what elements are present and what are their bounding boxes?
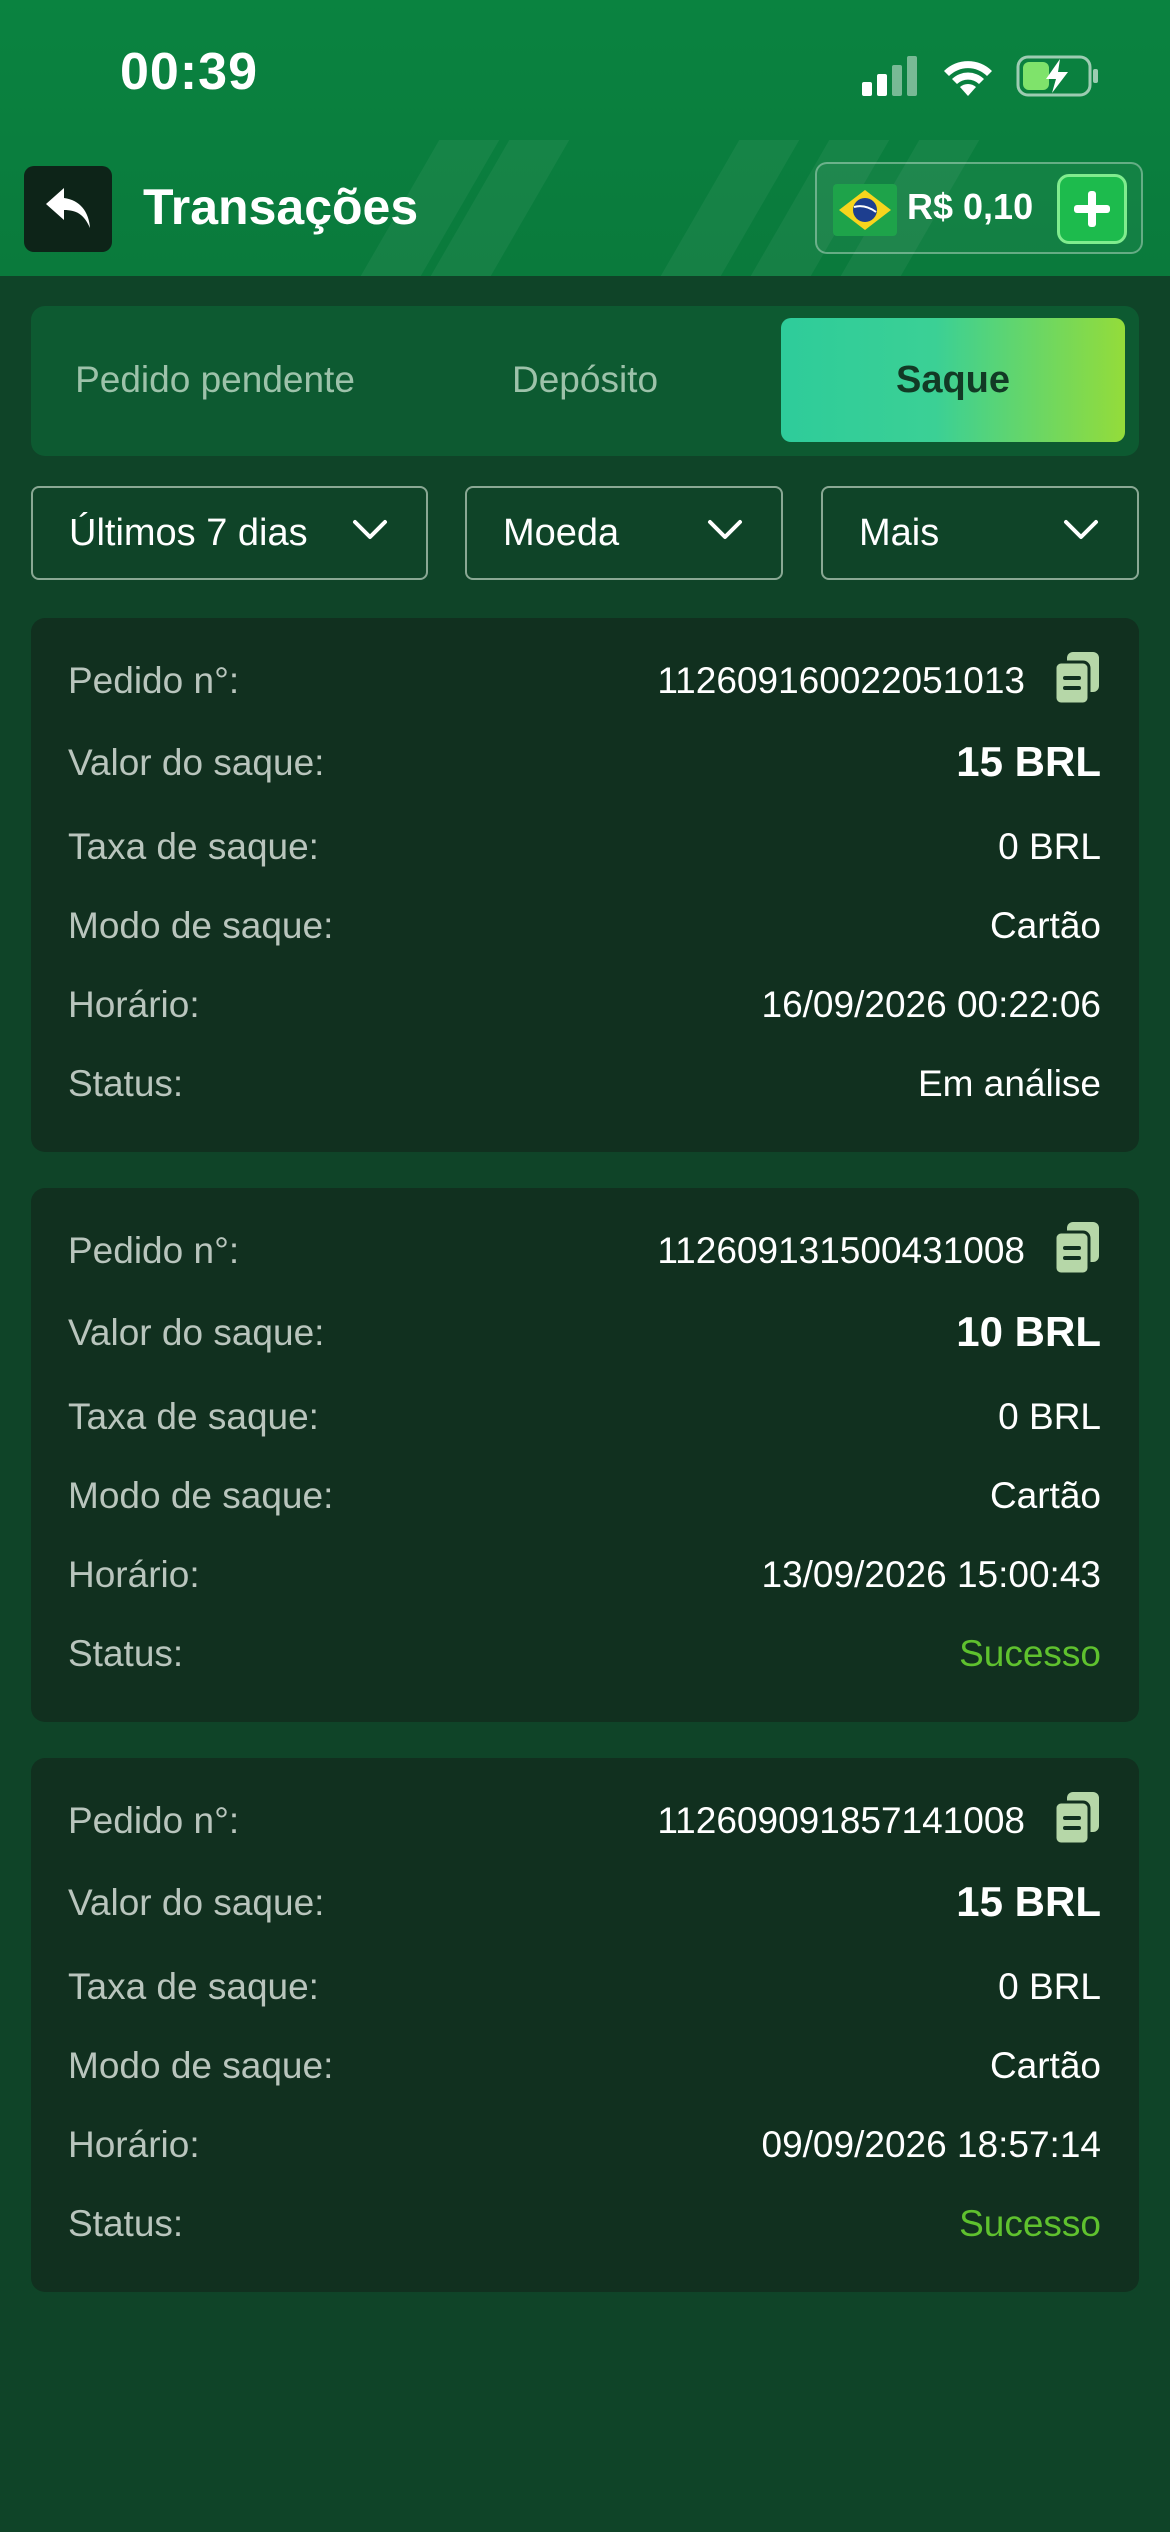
withdrawal-amount-value: 15 BRL — [956, 1878, 1101, 1925]
battery-charging-icon — [1016, 55, 1098, 97]
order-number-row: Pedido n°: 112609160022051013 — [68, 652, 1101, 712]
time-value: 13/09/2026 15:00:43 — [761, 1554, 1102, 1595]
time-label: Horário: — [68, 984, 200, 1025]
copy-icon[interactable] — [1053, 1222, 1101, 1274]
status-label: Status: — [68, 1063, 184, 1104]
withdrawal-fee-row: Taxa de saque: 0 BRL — [68, 1958, 1101, 2018]
withdrawal-fee-label: Taxa de saque: — [68, 1966, 319, 2007]
cellular-signal-icon — [862, 56, 917, 96]
withdrawal-mode-label: Modo de saque: — [68, 1475, 334, 1516]
transaction-card: Pedido n°: 112609091857141008 Valor do s… — [31, 1758, 1139, 2292]
withdrawal-amount-value: 10 BRL — [956, 1308, 1101, 1355]
time-value: 16/09/2026 00:22:06 — [761, 984, 1102, 1025]
date-range-filter-label: Últimos 7 dias — [69, 511, 308, 554]
tab-pending-orders[interactable]: Pedido pendente — [43, 318, 387, 442]
withdrawal-fee-row: Taxa de saque: 0 BRL — [68, 818, 1101, 878]
back-arrow-icon — [46, 188, 90, 228]
withdrawal-mode-label: Modo de saque: — [68, 2045, 334, 2086]
date-range-filter[interactable]: Últimos 7 dias — [31, 486, 428, 580]
withdrawal-mode-value: Cartão — [989, 2045, 1101, 2086]
page-title: Transações — [143, 179, 419, 235]
brazil-flag-icon — [833, 184, 897, 236]
withdrawal-fee-value: 0 BRL — [998, 1396, 1101, 1437]
withdrawal-mode-label: Modo de saque: — [68, 905, 334, 946]
status-label: Status: — [68, 2203, 184, 2244]
order-number-label: Pedido n°: — [68, 1800, 240, 1841]
currency-filter-label: Moeda — [503, 511, 620, 554]
withdrawal-mode-row: Modo de saque: Cartão — [68, 897, 1101, 957]
more-filter[interactable]: Mais — [821, 486, 1139, 580]
time-row: Horário: 13/09/2026 15:00:43 — [68, 1546, 1101, 1606]
app-header: 00:39 Transações R$ 0,10 — [0, 0, 1170, 276]
time-row: Horário: 09/09/2026 18:57:14 — [68, 2116, 1101, 2176]
chevron-down-icon — [353, 520, 387, 539]
withdrawal-amount-label: Valor do saque: — [68, 1882, 325, 1923]
withdrawal-amount-row: Valor do saque: 15 BRL — [68, 1874, 1101, 1934]
tab-deposit[interactable]: Depósito — [413, 318, 757, 442]
withdrawal-amount-row: Valor do saque: 15 BRL — [68, 734, 1101, 794]
status-row: Status: Em análise — [68, 1055, 1101, 1115]
balance-amount: R$ 0,10 — [907, 186, 1034, 227]
withdrawal-amount-label: Valor do saque: — [68, 1312, 325, 1353]
time-label: Horário: — [68, 1554, 200, 1595]
order-number-row: Pedido n°: 112609091857141008 — [68, 1792, 1101, 1852]
back-button[interactable] — [24, 166, 112, 252]
transaction-card: Pedido n°: 112609160022051013 Valor do s… — [31, 618, 1139, 1152]
more-filter-label: Mais — [859, 511, 940, 554]
currency-filter[interactable]: Moeda — [465, 486, 783, 580]
transaction-card: Pedido n°: 112609131500431008 Valor do s… — [31, 1188, 1139, 1722]
order-number-label: Pedido n°: — [68, 660, 240, 701]
order-number-label: Pedido n°: — [68, 1230, 240, 1271]
balance-widget[interactable]: R$ 0,10 — [815, 162, 1143, 254]
order-number-value: 112609131500431008 — [657, 1230, 1025, 1271]
order-number-value: 112609091857141008 — [657, 1800, 1025, 1841]
status-row: Status: Sucesso — [68, 1625, 1101, 1685]
status-label: Status: — [68, 1633, 184, 1674]
status-value: Sucesso — [959, 1633, 1101, 1674]
withdrawal-fee-row: Taxa de saque: 0 BRL — [68, 1388, 1101, 1448]
status-bar-time: 00:39 — [120, 43, 258, 101]
add-funds-button[interactable] — [1057, 174, 1127, 244]
status-value: Sucesso — [959, 2203, 1101, 2244]
time-label: Horário: — [68, 2124, 200, 2165]
withdrawal-mode-row: Modo de saque: Cartão — [68, 2037, 1101, 2097]
plus-icon — [1074, 191, 1110, 227]
time-row: Horário: 16/09/2026 00:22:06 — [68, 976, 1101, 1036]
time-value: 09/09/2026 18:57:14 — [761, 2124, 1102, 2165]
withdrawal-fee-label: Taxa de saque: — [68, 826, 319, 867]
withdrawal-fee-value: 0 BRL — [998, 1966, 1101, 2007]
wifi-icon — [944, 61, 992, 96]
copy-icon[interactable] — [1053, 652, 1101, 704]
withdrawal-fee-label: Taxa de saque: — [68, 1396, 319, 1437]
tab-withdrawal[interactable]: Saque — [781, 318, 1125, 442]
transaction-type-tabs: Pedido pendente Depósito Saque — [31, 306, 1139, 456]
withdrawal-amount-label: Valor do saque: — [68, 742, 325, 783]
withdrawal-amount-value: 15 BRL — [956, 738, 1101, 785]
copy-icon[interactable] — [1053, 1792, 1101, 1844]
withdrawal-fee-value: 0 BRL — [998, 826, 1101, 867]
withdrawal-mode-value: Cartão — [989, 1475, 1101, 1516]
status-bar-icons — [862, 52, 1100, 100]
order-number-value: 112609160022051013 — [657, 660, 1025, 701]
chevron-down-icon — [1064, 520, 1098, 539]
status-value: Em análise — [917, 1063, 1101, 1104]
withdrawal-mode-row: Modo de saque: Cartão — [68, 1467, 1101, 1527]
withdrawal-mode-value: Cartão — [989, 905, 1101, 946]
order-number-row: Pedido n°: 112609131500431008 — [68, 1222, 1101, 1282]
chevron-down-icon — [708, 520, 742, 539]
withdrawal-amount-row: Valor do saque: 10 BRL — [68, 1304, 1101, 1364]
status-row: Status: Sucesso — [68, 2195, 1101, 2255]
